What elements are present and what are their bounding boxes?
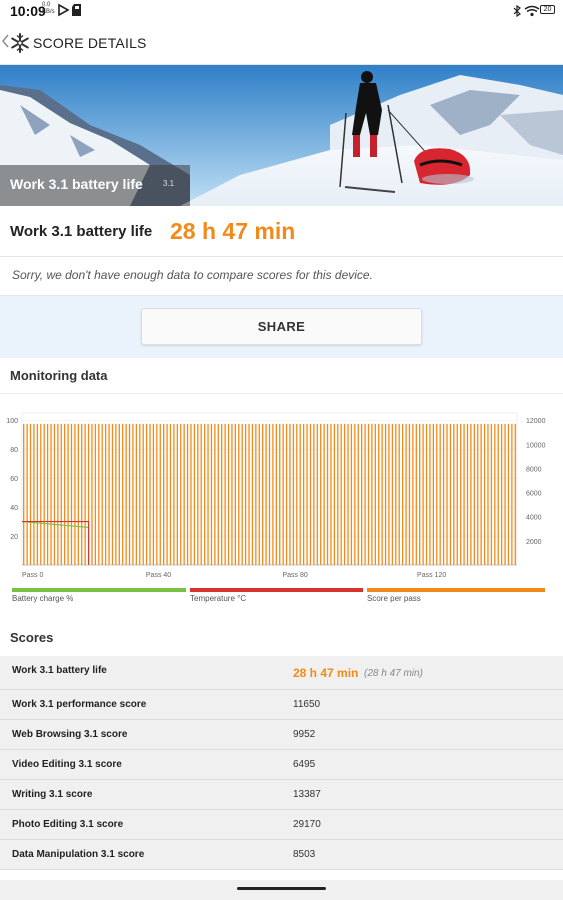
row-name: Photo Editing 3.1 score [12, 819, 124, 830]
snowflake-icon [10, 33, 30, 58]
monitoring-header: Monitoring data [0, 358, 563, 394]
y-left-tick-label: 80 [10, 447, 18, 454]
row-value: 6495 [293, 759, 316, 770]
legend-label-temperature: Temperature °C [190, 594, 247, 603]
legend-swatch-battery [12, 588, 186, 592]
y-left-tick-label: 20 [10, 534, 18, 541]
table-row: Writing 3.1 score 13387 [0, 780, 563, 810]
table-row: Data Manipulation 3.1 score 8503 [0, 840, 563, 870]
y-left-tick-label: 100 [6, 418, 18, 425]
x-tick-label: Pass 120 [417, 572, 446, 579]
row-value: 13387 [293, 789, 321, 800]
row-name: Web Browsing 3.1 score [12, 729, 128, 740]
hero-title: Work 3.1 battery life [10, 176, 143, 192]
y-right-tick-label: 4000 [526, 515, 542, 522]
legend-label-battery: Battery charge % [12, 594, 74, 603]
navigation-bar [0, 880, 563, 900]
net-speed-unit: KB/s [42, 9, 55, 15]
y-right-tick-label: 6000 [526, 491, 542, 498]
home-gesture-bar[interactable] [237, 887, 326, 890]
y-left-tick-label: 40 [10, 505, 18, 512]
x-tick-label: Pass 40 [146, 572, 171, 579]
battery-icon: 20 [540, 5, 555, 14]
monitoring-chart: 100 80 60 40 20 12000 10000 8000 6000 4000 2000 Pas… [0, 405, 563, 580]
row-name: Data Manipulation 3.1 score [12, 849, 145, 860]
scores-table: Work 3.1 battery life 28 h 47 min (28 h … [0, 656, 563, 870]
x-tick-label: Pass 0 [22, 572, 44, 579]
status-time: 10:09 [10, 3, 46, 19]
hero-version: 3.1 [163, 179, 175, 188]
legend-temperature: Temperature °C [190, 588, 363, 614]
legend-battery: Battery charge % [12, 588, 186, 614]
status-bar: 10:09 0.0 KB/s 20 [0, 0, 563, 22]
table-row: Web Browsing 3.1 score 9952 [0, 720, 563, 750]
chevron-left-icon[interactable] [2, 34, 10, 53]
x-tick-label: Pass 80 [282, 572, 307, 579]
page-title: SCORE DETAILS [33, 35, 147, 51]
y-right-tick-label: 2000 [526, 539, 542, 546]
hero-banner: Work 3.1 battery life 3.1 [0, 65, 563, 206]
table-row: Work 3.1 performance score 11650 [0, 690, 563, 720]
row-value: 29170 [293, 819, 321, 830]
y-right-tick-label: 8000 [526, 466, 542, 473]
row-name: Work 3.1 battery life [12, 665, 107, 676]
legend-swatch-score [367, 588, 545, 592]
monitoring-chart-svg: 100 80 60 40 20 12000 10000 8000 6000 4000 2000 Pas… [6, 412, 546, 579]
share-band: SHARE [0, 296, 563, 358]
legend-label-score: Score per pass [367, 594, 421, 603]
legend-swatch-temperature [190, 588, 363, 592]
table-row: Video Editing 3.1 score 6495 [0, 750, 563, 780]
row-value: 28 h 47 min [293, 666, 359, 680]
row-subvalue: (28 h 47 min) [364, 668, 423, 679]
y-right-tick-label: 10000 [526, 442, 546, 449]
system-icons [513, 4, 541, 22]
score-label: Work 3.1 battery life [10, 223, 153, 240]
sd-card-icon [72, 4, 81, 16]
table-row: Work 3.1 battery life 28 h 47 min (28 h … [0, 656, 563, 690]
play-icon [58, 3, 70, 17]
row-name: Work 3.1 performance score [12, 699, 147, 710]
score-value: 28 h 47 min [170, 218, 296, 244]
net-speed: 0.0 KB/s [42, 2, 55, 16]
score-summary: Work 3.1 battery life 28 h 47 min [0, 206, 563, 257]
bluetooth-icon [513, 4, 521, 18]
scores-header: Scores [0, 622, 563, 656]
y-right-tick-label: 12000 [526, 418, 546, 425]
legend-score: Score per pass [367, 588, 545, 614]
share-button[interactable]: SHARE [141, 308, 422, 345]
note-text: Sorry, we don't have enough data to comp… [12, 268, 373, 282]
net-speed-value: 0.0 [42, 2, 51, 8]
row-value: 8503 [293, 849, 316, 860]
table-row: Photo Editing 3.1 score 29170 [0, 810, 563, 840]
app-header: SCORE DETAILS [0, 22, 563, 65]
y-left-tick-label: 60 [10, 476, 18, 483]
comparison-note: Sorry, we don't have enough data to comp… [0, 257, 563, 296]
wifi-icon [524, 5, 540, 17]
row-name: Writing 3.1 score [12, 789, 93, 800]
scores-title: Scores [10, 630, 54, 645]
monitoring-title: Monitoring data [10, 368, 108, 383]
notification-icons [56, 3, 86, 22]
row-value: 9952 [293, 729, 316, 740]
row-name: Video Editing 3.1 score [12, 759, 122, 770]
row-value: 11650 [293, 699, 321, 710]
